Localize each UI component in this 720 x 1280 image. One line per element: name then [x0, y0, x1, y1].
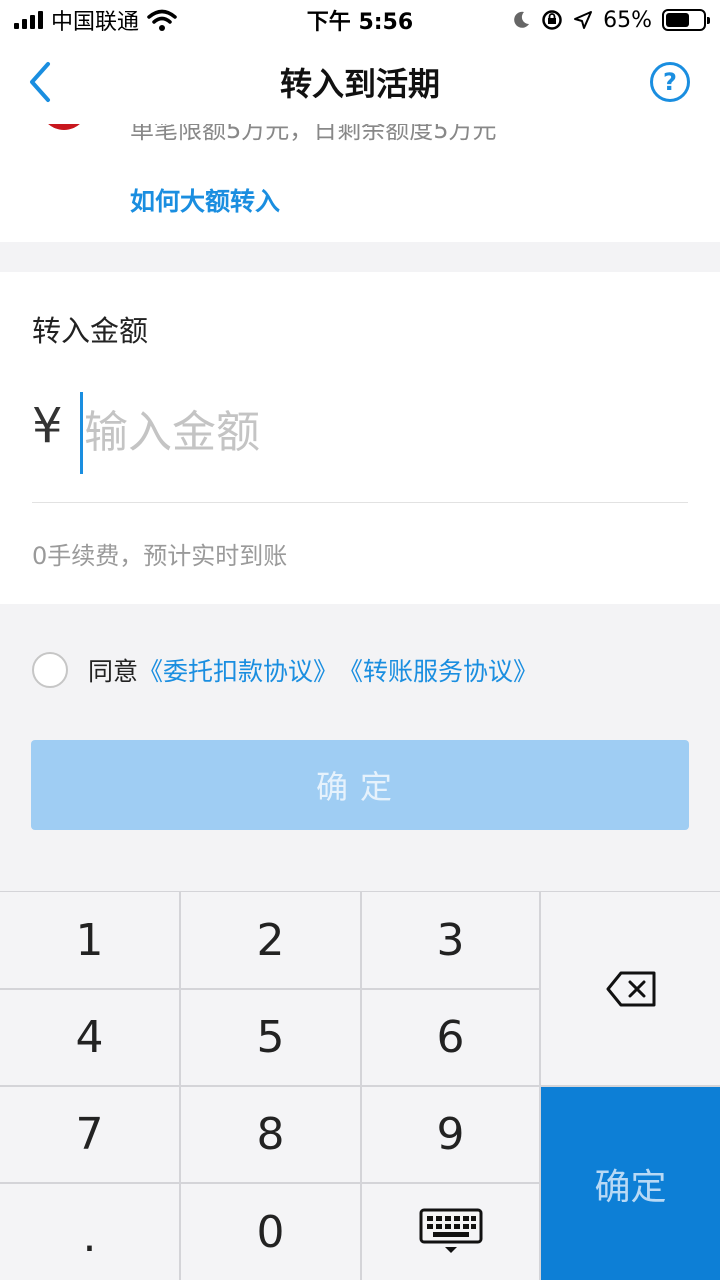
key-8[interactable]: 8 — [181, 1087, 360, 1182]
agree-radio[interactable] — [32, 652, 68, 688]
amount-label: 转入金额 — [32, 314, 149, 348]
fee-note: 0手续费，预计实时到账 — [32, 542, 288, 570]
wifi-icon — [147, 9, 177, 31]
bank-logo-icon — [40, 124, 88, 130]
page-title: 转入到活期 — [279, 65, 440, 103]
question-icon: ? — [663, 68, 677, 96]
nav-bar: 转入到活期 ? — [0, 40, 720, 124]
signal-icon — [14, 11, 43, 29]
currency-symbol: ¥ — [32, 398, 63, 454]
large-transfer-link[interactable]: 如何大额转入 — [130, 182, 280, 218]
battery-fill — [666, 13, 690, 27]
divider — [32, 502, 688, 503]
key-4[interactable]: 4 — [0, 990, 179, 1085]
key-7[interactable]: 7 — [0, 1087, 179, 1182]
confirm-button[interactable]: 确定 — [31, 740, 689, 830]
battery-percent: 65% — [603, 7, 652, 33]
debit-agreement-link[interactable]: 《委托扣款协议》 — [138, 652, 338, 688]
status-bar: 中国联通 下午 5:56 65% — [0, 0, 720, 40]
delete-key[interactable] — [541, 892, 720, 1085]
key-1[interactable]: 1 — [0, 892, 179, 988]
amount-input-row: ¥ — [32, 380, 688, 480]
chevron-left-icon — [30, 62, 50, 102]
moon-icon — [514, 11, 530, 28]
status-right: 65% — [511, 0, 710, 40]
status-left: 中国联通 — [14, 0, 177, 40]
text-cursor — [80, 392, 83, 474]
key-3[interactable]: 3 — [362, 892, 539, 988]
carrier-name: 中国联通 — [51, 10, 140, 35]
rotation-lock-icon — [542, 10, 562, 30]
keyboard-icon — [419, 1208, 482, 1253]
transfer-to-current-page: 中国联通 下午 5:56 65% 转入到活期 ? 单笔限额5万元，日剩余额度5万… — [0, 0, 720, 1280]
key-6[interactable]: 6 — [362, 990, 539, 1085]
battery-icon — [662, 9, 710, 31]
transfer-limit-text: 单笔限额5万元，日剩余额度5万元 — [130, 124, 497, 144]
help-button[interactable]: ? — [650, 62, 690, 102]
amount-input[interactable] — [84, 394, 644, 470]
key-9[interactable]: 9 — [362, 1087, 539, 1182]
key-2[interactable]: 2 — [181, 892, 360, 988]
hide-keyboard-key[interactable] — [362, 1184, 539, 1280]
agree-prefix: 同意 — [88, 657, 139, 686]
location-icon — [574, 11, 593, 29]
key-5[interactable]: 5 — [181, 990, 360, 1085]
back-button[interactable] — [22, 58, 62, 106]
amount-card: 转入金额 ¥ 0手续费，预计实时到账 — [0, 272, 720, 604]
transfer-service-agreement-link[interactable]: 《转账服务协议》 — [338, 652, 538, 688]
bank-card-info: 单笔限额5万元，日剩余额度5万元 如何大额转入 — [0, 124, 720, 242]
key-dot[interactable]: . — [0, 1184, 179, 1280]
numeric-keypad: 1 2 3 4 5 6 7 8 9 . 0 确定 — [0, 891, 720, 1280]
key-0[interactable]: 0 — [181, 1184, 360, 1280]
keypad-confirm-key[interactable]: 确定 — [541, 1087, 720, 1280]
agreement-row: 同意 《委托扣款协议》 《转账服务协议》 — [32, 650, 538, 690]
backspace-icon — [606, 971, 655, 1006]
